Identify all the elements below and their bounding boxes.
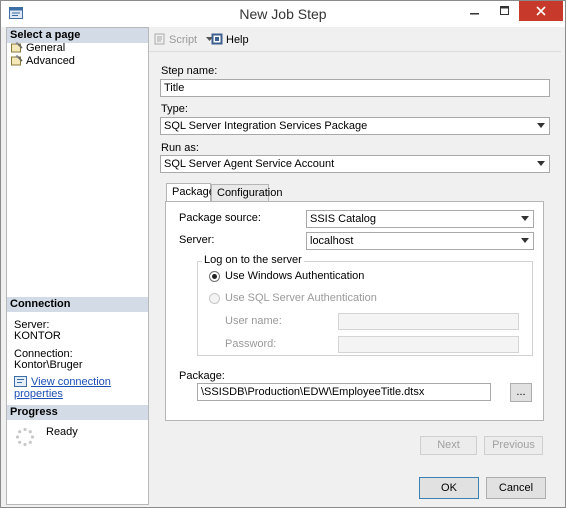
ok-button[interactable]: OK xyxy=(419,477,479,499)
progress-spinner-icon xyxy=(15,427,35,447)
select-page-header: Select a page xyxy=(7,28,148,43)
chevron-down-icon xyxy=(537,161,545,166)
wrench-icon xyxy=(11,55,23,66)
help-icon xyxy=(211,33,223,45)
sql-auth-radio[interactable] xyxy=(209,293,220,304)
package-source-label: Package source: xyxy=(179,212,261,224)
server-value: localhost xyxy=(310,235,354,247)
username-input[interactable] xyxy=(338,313,519,330)
connection-header: Connection xyxy=(7,297,148,312)
minimize-icon xyxy=(470,13,479,15)
run-as-select[interactable]: SQL Server Agent Service Account xyxy=(160,155,550,173)
step-name-label: Step name: xyxy=(161,65,218,77)
chevron-down-icon xyxy=(537,123,545,128)
package-source-select[interactable]: SSIS Catalog xyxy=(306,210,534,228)
windows-auth-radio[interactable] xyxy=(209,271,220,282)
wrench-icon xyxy=(11,42,23,53)
right-pane: Script Help Step name: Title Type: SQL S… xyxy=(149,27,561,475)
dialog-window: New Job Step Select a page General Advan… xyxy=(0,0,566,508)
run-as-select-value: SQL Server Agent Service Account xyxy=(164,158,335,170)
page-item-general[interactable]: General xyxy=(11,42,65,55)
script-button[interactable]: Script xyxy=(154,33,214,46)
sql-auth-label: Use SQL Server Authentication xyxy=(225,292,377,304)
windows-auth-label: Use Windows Authentication xyxy=(225,270,365,282)
page-item-label: General xyxy=(26,42,66,54)
progress-header: Progress xyxy=(7,405,148,420)
help-button[interactable]: Help xyxy=(211,33,249,46)
close-button[interactable] xyxy=(519,1,563,21)
previous-button[interactable]: Previous xyxy=(484,436,543,455)
cancel-button[interactable]: Cancel xyxy=(486,477,546,499)
password-label: Password: xyxy=(225,338,277,350)
help-label: Help xyxy=(226,34,249,46)
chevron-down-icon xyxy=(521,238,529,243)
type-select[interactable]: SQL Server Integration Services Package xyxy=(160,117,550,135)
chevron-down-icon xyxy=(521,216,529,221)
type-select-value: SQL Server Integration Services Package xyxy=(164,120,368,132)
tab-package[interactable]: Package xyxy=(166,183,215,202)
server-value: KONTOR xyxy=(14,330,61,342)
maximize-icon xyxy=(500,6,509,15)
run-as-label: Run as: xyxy=(161,142,199,154)
package-tab-panel: Package source: SSIS Catalog Server: loc… xyxy=(165,201,544,421)
script-icon xyxy=(154,33,165,45)
progress-status: Ready xyxy=(46,426,78,438)
close-icon xyxy=(536,6,546,16)
view-connection-properties-link[interactable]: View connection properties xyxy=(14,376,148,400)
toolbar: Script Help xyxy=(149,27,561,51)
package-label: Package: xyxy=(179,370,225,382)
script-label: Script xyxy=(169,34,198,46)
page-item-advanced[interactable]: Advanced xyxy=(11,55,75,68)
toolbar-divider xyxy=(149,51,561,52)
next-button[interactable]: Next xyxy=(420,436,477,455)
connection-properties-icon xyxy=(14,376,27,387)
username-label: User name: xyxy=(225,315,282,327)
browse-package-button[interactable]: ... xyxy=(510,383,532,402)
package-path-input[interactable]: \SSISDB\Production\EDW\EmployeeTitle.dts… xyxy=(197,383,491,401)
type-label: Type: xyxy=(161,103,188,115)
minimize-button[interactable] xyxy=(461,1,489,21)
page-item-label: Advanced xyxy=(26,55,75,67)
server-label: Server: xyxy=(179,234,215,246)
connection-value: Kontor\Bruger xyxy=(14,359,83,371)
step-name-input[interactable]: Title xyxy=(160,79,550,97)
password-input[interactable] xyxy=(338,336,519,353)
package-source-value: SSIS Catalog xyxy=(310,213,377,225)
server-select[interactable]: localhost xyxy=(306,232,534,250)
logon-group-title: Log on to the server xyxy=(202,254,304,266)
maximize-button[interactable] xyxy=(491,1,519,21)
view-connection-link-text: View connection properties xyxy=(14,376,111,400)
title-bar: New Job Step xyxy=(1,1,565,27)
tab-configuration[interactable]: Configuration xyxy=(211,184,282,202)
left-pane: Select a page General Advanced Connectio… xyxy=(6,27,149,505)
